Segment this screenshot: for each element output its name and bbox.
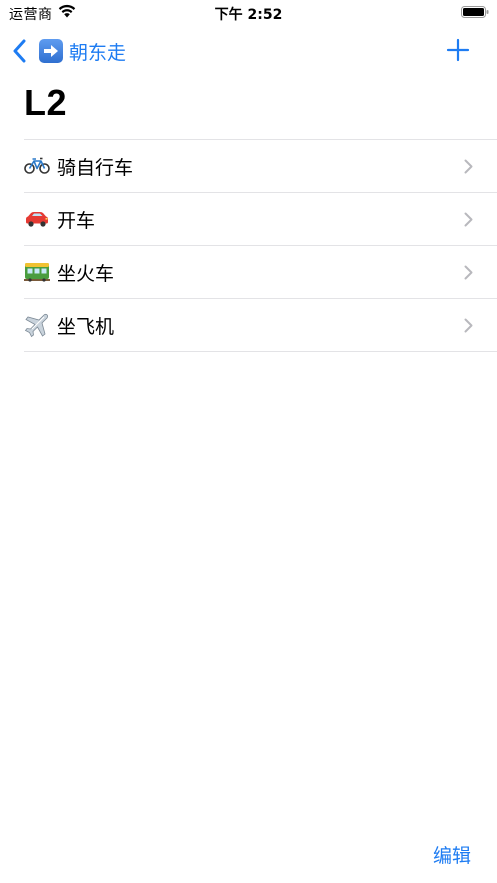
battery-icon: [461, 6, 489, 18]
chevron-left-icon: [13, 39, 26, 63]
list-item-label: 骑自行车: [57, 156, 134, 179]
list-item-bicycle[interactable]: 骑自行车: [24, 140, 497, 193]
right-arrow-icon: [39, 39, 63, 63]
chevron-right-icon: [464, 212, 473, 227]
chevron-right-icon: [464, 265, 473, 280]
car-icon: [24, 206, 50, 232]
list-item-airplane[interactable]: 坐飞机: [24, 299, 497, 352]
transport-list: 骑自行车 开车 坐火车 坐飞机: [24, 139, 497, 352]
tram-icon: [24, 259, 50, 285]
chevron-right-icon: [464, 159, 473, 174]
list-item-train[interactable]: 坐火车: [24, 246, 497, 299]
list-item-car[interactable]: 开车: [24, 193, 497, 246]
airplane-icon: [24, 312, 50, 338]
chevron-right-icon: [464, 318, 473, 333]
edit-button[interactable]: 编辑: [433, 841, 471, 868]
clock: 下午 2:52: [214, 7, 283, 23]
plus-icon[interactable]: [446, 38, 470, 62]
back-label: 朝东走: [69, 41, 127, 64]
status-bar: 运营商 下午 2:52: [0, 0, 497, 26]
page-title: L2: [24, 82, 68, 123]
list-item-label: 开车: [57, 209, 96, 232]
back-button[interactable]: 朝东走: [12, 36, 126, 66]
list-item-label: 坐飞机: [57, 315, 115, 338]
bicycle-icon: [24, 153, 50, 179]
navigation-bar: 朝东走: [0, 30, 497, 74]
list-item-label: 坐火车: [57, 262, 115, 285]
